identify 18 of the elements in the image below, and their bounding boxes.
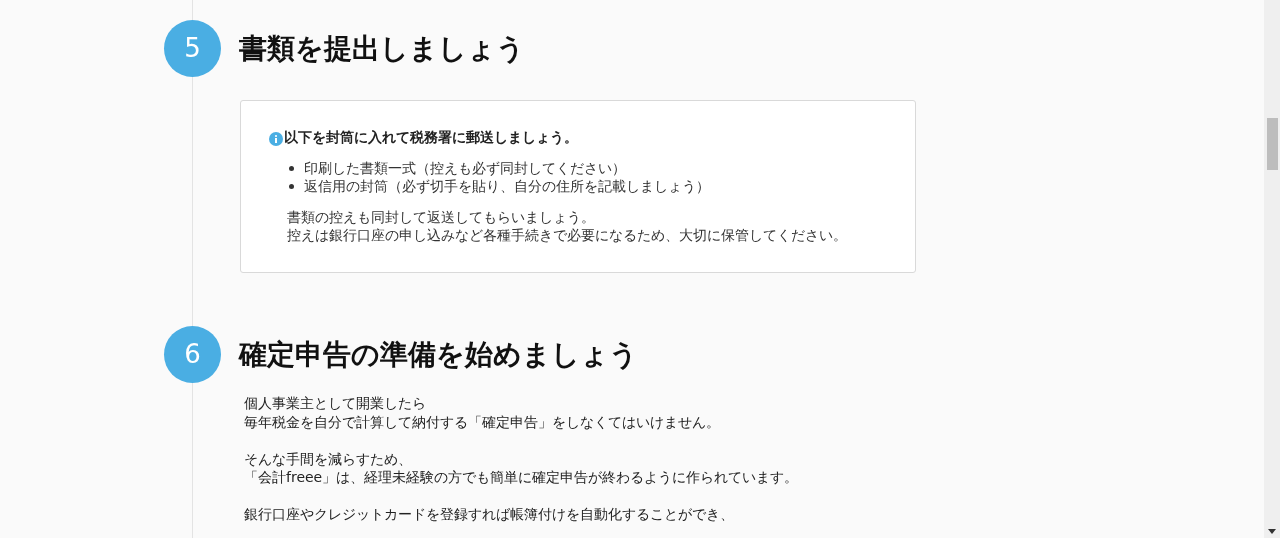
paragraph: そんな手間を減らすため、: [244, 449, 413, 468]
list-item: 印刷した書類一式（控えも必ず同封してください）: [289, 159, 875, 177]
paragraph: 「会計freee」は、経理未経験の方でも簡単に確定申告が終わるように作られています。: [244, 468, 799, 487]
section-title: 確定申告の準備を始めましょう: [239, 336, 639, 373]
step-number: 6: [164, 326, 221, 383]
paragraph: 控えは銀行口座の申し込みなど各種手続きで必要になるため、大切に保管してください。: [287, 226, 848, 244]
list-item: 返信用の封筒（必ず切手を貼り、自分の住所を記載しましょう）: [289, 177, 875, 195]
paragraph: 個人事業主として開業したら: [244, 394, 427, 413]
step-number: 5: [164, 20, 221, 77]
paragraph: 書類の控えも同封して返送してもらいましょう。: [287, 208, 596, 226]
scroll-down-icon[interactable]: [1268, 529, 1276, 534]
paragraph: 毎年税金を自分で計算して納付する「確定申告」をしなくてはいけません。: [244, 412, 721, 431]
paragraph: 銀行口座やクレジットカードを登録すれば帳簿付けを自動化することができ、: [244, 505, 735, 524]
scrollbar[interactable]: [1264, 0, 1280, 538]
info-icon: [269, 131, 283, 146]
section-title: 書類を提出しましょう: [239, 30, 526, 67]
note-heading: 以下を封筒に入れて税務署に郵送しましょう。: [284, 128, 578, 146]
scrollbar-thumb[interactable]: [1267, 118, 1278, 170]
